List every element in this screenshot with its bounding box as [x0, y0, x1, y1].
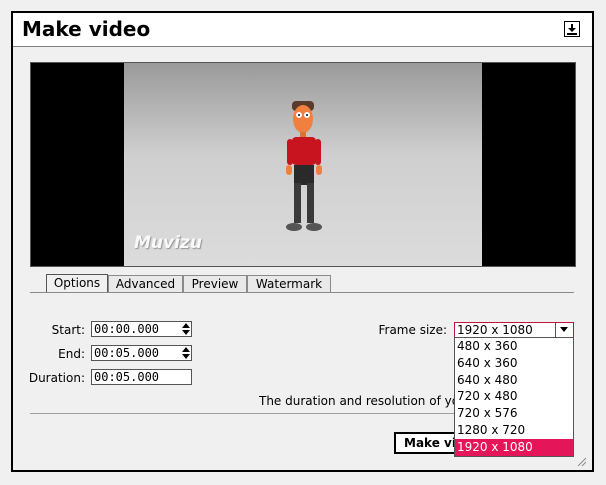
dialog-title: Make video: [22, 17, 151, 41]
end-time-value: 00:05.000: [94, 346, 160, 360]
separator: [30, 413, 460, 414]
tab-watermark[interactable]: Watermark: [247, 275, 331, 292]
preview-stage: Muvizu: [124, 63, 482, 266]
video-preview: Muvizu: [30, 62, 576, 267]
frame-size-option[interactable]: 1280 x 720: [455, 422, 573, 439]
frame-size-dropdown: 480 x 360 640 x 360 640 x 480 720 x 480 …: [454, 337, 574, 457]
frame-size-option[interactable]: 640 x 360: [455, 355, 573, 372]
tab-strip-divider: [30, 292, 574, 293]
start-time-value: 00:00.000: [94, 322, 160, 336]
end-spinner[interactable]: [182, 347, 190, 359]
muvizu-watermark: Muvizu: [134, 233, 202, 253]
character-figure: [286, 101, 322, 231]
title-bar: Make video: [13, 13, 592, 47]
chevron-down-icon[interactable]: [555, 323, 573, 337]
frame-size-option[interactable]: 640 x 480: [455, 372, 573, 389]
tab-preview[interactable]: Preview: [183, 275, 247, 292]
tab-options[interactable]: Options: [46, 274, 108, 293]
pin-icon[interactable]: [564, 21, 580, 37]
frame-size-select[interactable]: 1920 x 1080: [454, 322, 574, 338]
end-time-input[interactable]: 00:05.000: [91, 345, 192, 361]
start-time-input[interactable]: 00:00.000: [91, 321, 192, 337]
frame-size-option[interactable]: 720 x 480: [455, 388, 573, 405]
duration-input[interactable]: 00:05.000: [91, 369, 192, 385]
resize-grip-icon[interactable]: [575, 455, 587, 467]
frame-size-option[interactable]: 480 x 360: [455, 338, 573, 355]
frame-size-label: Frame size:: [378, 323, 447, 337]
tab-advanced[interactable]: Advanced: [108, 275, 183, 292]
frame-size-option[interactable]: 720 x 576: [455, 405, 573, 422]
end-label: End:: [58, 347, 85, 361]
start-spinner[interactable]: [182, 323, 190, 335]
frame-size-option-selected[interactable]: 1920 x 1080: [455, 438, 573, 456]
make-video-button[interactable]: Make video: [394, 432, 456, 454]
make-video-dialog: Make video Muvizu Options Advanced Previ…: [11, 11, 594, 472]
start-label: Start:: [51, 323, 85, 337]
duration-label: Duration:: [28, 371, 85, 385]
frame-size-selected: 1920 x 1080: [457, 323, 533, 337]
description-text: The duration and resolution of you: [259, 394, 467, 408]
